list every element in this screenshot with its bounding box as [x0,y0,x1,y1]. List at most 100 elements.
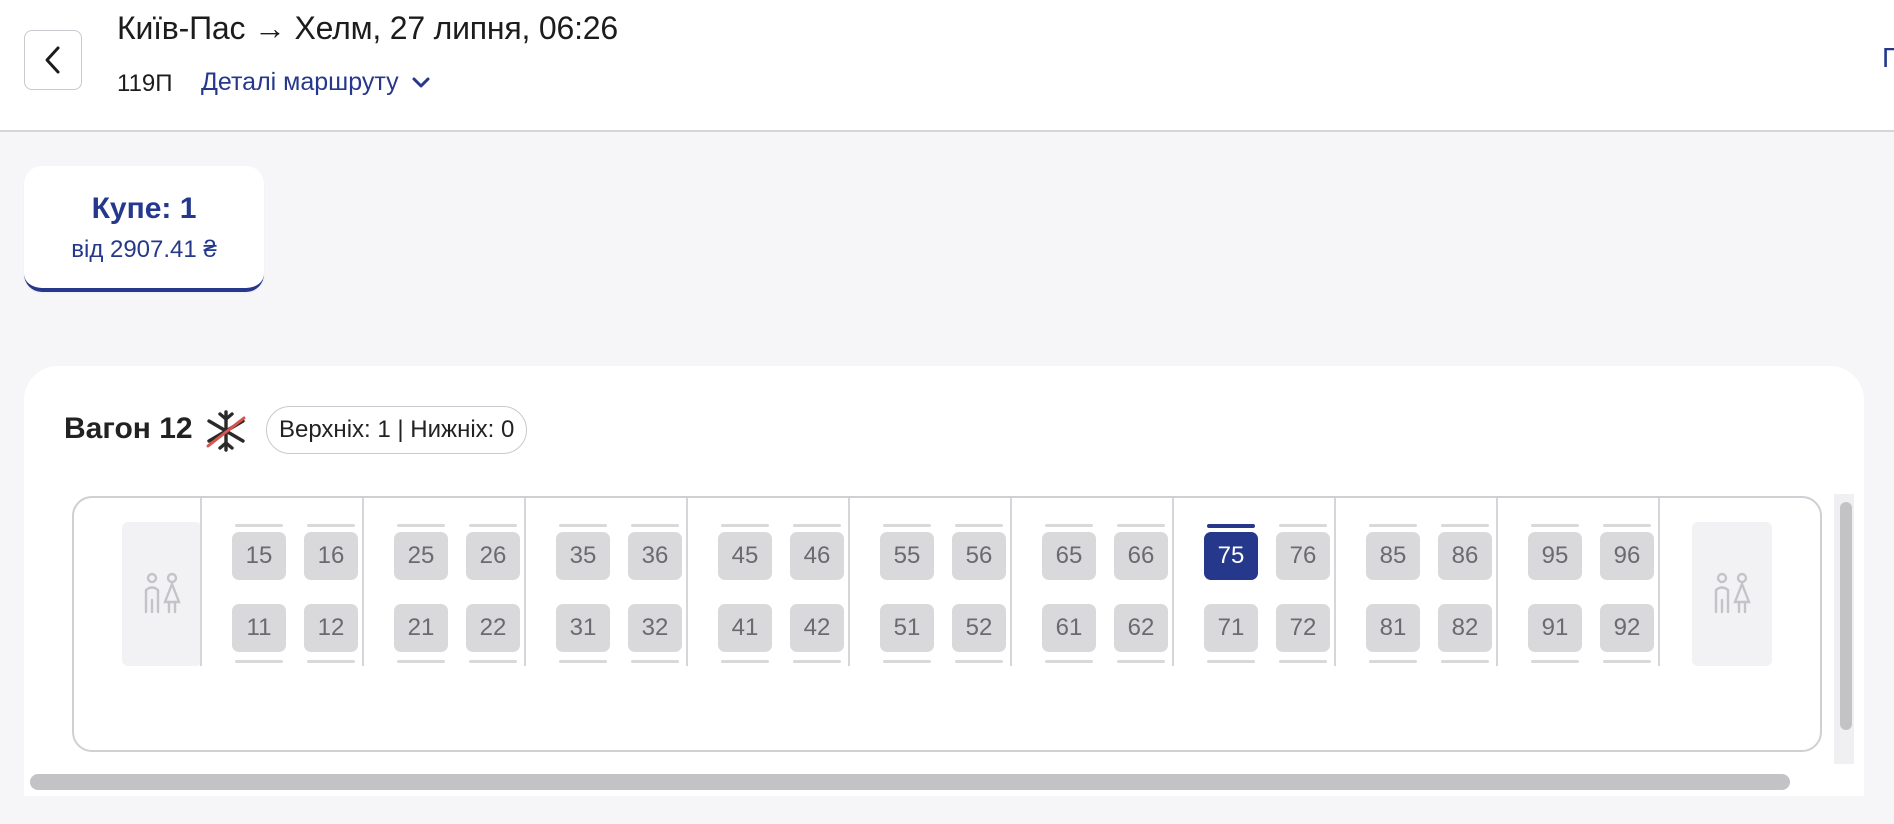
seat-52[interactable]: 52 [952,604,1006,652]
seat-35[interactable]: 35 [556,532,610,580]
seat-12[interactable]: 12 [304,604,358,652]
berth-marker [721,524,769,527]
car-layout: 15 16 11 12 25 26 21 22 35 36 31 32 45 46 41 42 55 56 51 52… [72,496,1822,752]
seat-82[interactable]: 82 [1438,604,1492,652]
berth-marker [1369,524,1417,527]
berth-marker [469,660,517,663]
compartment-divider [1658,498,1660,666]
berth-marker [235,524,283,527]
compartment-divider [200,498,202,666]
berth-marker [307,660,355,663]
compartment-divider [1010,498,1012,666]
berth-marker [1603,660,1651,663]
toilet-icon [144,572,181,614]
seat-92[interactable]: 92 [1600,604,1654,652]
compartment-divider [686,498,688,666]
seat-75[interactable]: 75 [1204,532,1258,580]
seat-65[interactable]: 65 [1042,532,1096,580]
compartment-divider [1334,498,1336,666]
seat-91[interactable]: 91 [1528,604,1582,652]
berth-marker [1531,660,1579,663]
seat-95[interactable]: 95 [1528,532,1582,580]
berth-marker [1045,524,1093,527]
berth-marker [883,660,931,663]
tab-coupe-class[interactable]: Купе: 1 від 2907.41 ₴ [24,166,264,292]
toilet-icon [1714,572,1751,614]
route-details-label: Деталі маршруту [201,68,399,96]
seat-11[interactable]: 11 [232,604,286,652]
compartment-divider [362,498,364,666]
toilet-right [1692,522,1772,666]
berth-marker [1279,524,1327,527]
clipped-header-link[interactable]: П [1882,42,1894,74]
seat-26[interactable]: 26 [466,532,520,580]
chevron-left-icon [45,46,60,74]
berth-marker [1369,660,1417,663]
seat-72[interactable]: 72 [1276,604,1330,652]
berth-marker [883,524,931,527]
seat-31[interactable]: 31 [556,604,610,652]
seat-21[interactable]: 21 [394,604,448,652]
train-number: 119П [117,70,173,97]
berth-marker [1045,660,1093,663]
berth-marker [793,660,841,663]
seat-76[interactable]: 76 [1276,532,1330,580]
top-header: Київ-Пас → Хелм, 27 липня, 06:26 119П Де… [0,0,1894,132]
seat-45[interactable]: 45 [718,532,772,580]
seat-42[interactable]: 42 [790,604,844,652]
berth-marker [955,660,1003,663]
berth-counts-badge: Верхніх: 1 | Нижніх: 0 [266,406,528,454]
seat-16[interactable]: 16 [304,532,358,580]
berth-marker [559,660,607,663]
berth-marker [559,524,607,527]
vertical-scrollbar[interactable] [1840,502,1852,730]
seat-55[interactable]: 55 [880,532,934,580]
compartment-divider [1496,498,1498,666]
seat-81[interactable]: 81 [1366,604,1420,652]
compartment-divider [1172,498,1174,666]
chevron-down-icon [412,77,430,87]
seat-56[interactable]: 56 [952,532,1006,580]
seat-22[interactable]: 22 [466,604,520,652]
berth-marker [1603,524,1651,527]
berth-marker [1207,524,1255,528]
horizontal-scrollbar[interactable] [30,774,1790,790]
berth-marker [721,660,769,663]
seat-32[interactable]: 32 [628,604,682,652]
class-name: Купе: 1 [91,192,197,225]
seat-36[interactable]: 36 [628,532,682,580]
berth-marker [1117,524,1165,527]
route-details-link[interactable]: Деталі маршруту [201,68,431,97]
seat-41[interactable]: 41 [718,604,772,652]
berth-marker [307,524,355,527]
berth-marker [1207,660,1255,663]
berth-marker [631,660,679,663]
seat-46[interactable]: 46 [790,532,844,580]
car-panel: Вагон 12 Верхніх: 1 | Нижніх: 0 15 16 11… [24,366,1864,796]
berth-marker [1531,524,1579,527]
berth-marker [1117,660,1165,663]
seat-66[interactable]: 66 [1114,532,1168,580]
seat-85[interactable]: 85 [1366,532,1420,580]
berth-marker [397,660,445,663]
page-title: Київ-Пас → Хелм, 27 липня, 06:26 [117,10,618,46]
berth-marker [955,524,1003,527]
seat-62[interactable]: 62 [1114,604,1168,652]
seat-96[interactable]: 96 [1600,532,1654,580]
seat-86[interactable]: 86 [1438,532,1492,580]
back-button[interactable] [24,30,82,90]
seat-51[interactable]: 51 [880,604,934,652]
berth-marker [1441,660,1489,663]
berth-marker [469,524,517,527]
compartment-divider [524,498,526,666]
seat-15[interactable]: 15 [232,532,286,580]
compartment-divider [848,498,850,666]
car-title: Вагон 12 [64,412,193,445]
berth-marker [1441,524,1489,527]
toilet-left [122,522,202,666]
seat-71[interactable]: 71 [1204,604,1258,652]
berth-marker [631,524,679,527]
seat-61[interactable]: 61 [1042,604,1096,652]
berth-marker [397,524,445,527]
seat-25[interactable]: 25 [394,532,448,580]
